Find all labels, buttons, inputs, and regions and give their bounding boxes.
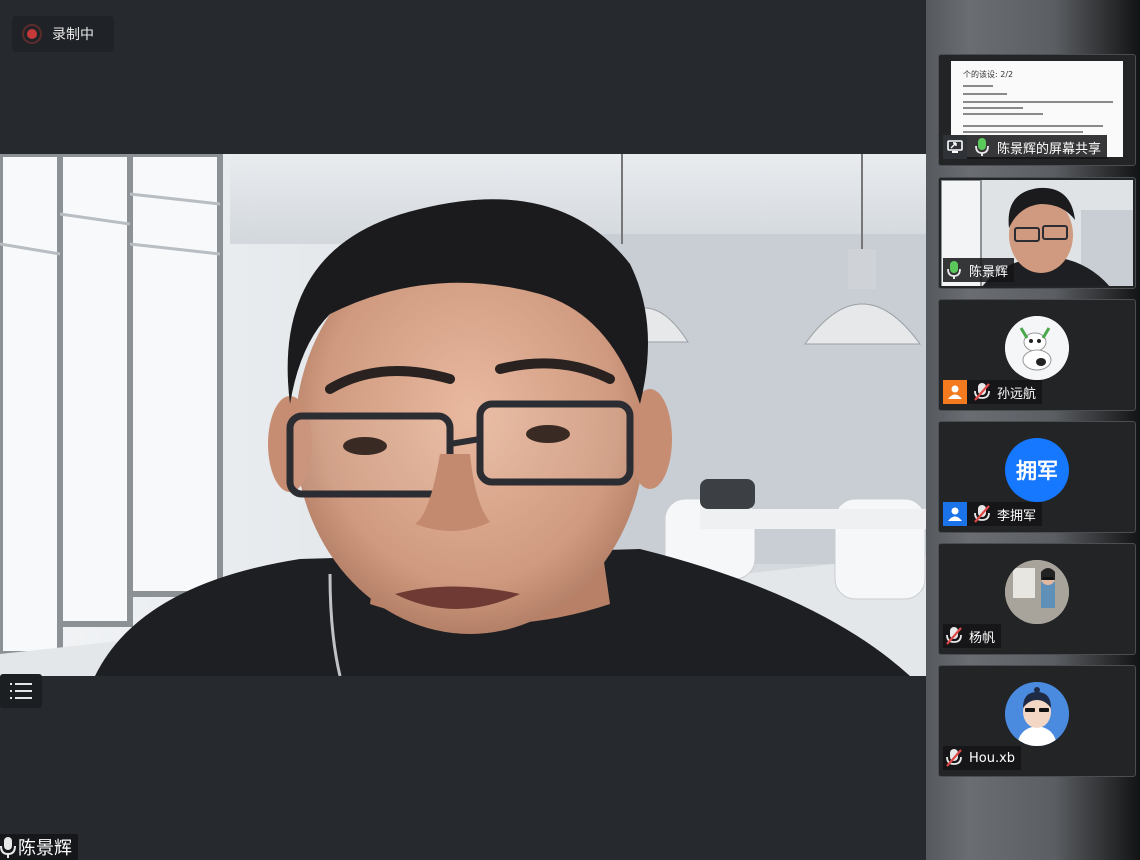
mic-muted-icon — [943, 625, 965, 647]
screen-share-icon — [943, 135, 967, 159]
participant-tile-avatar[interactable]: Hou.xb — [938, 665, 1136, 777]
participants-panel: 个的该设: 2/2 陈景辉的屏幕共享 陈景辉 孙远航 拥军 李拥军 杨帆 Hou… — [926, 0, 1140, 860]
participant-tile-avatar[interactable]: 拥军 李拥军 — [938, 421, 1136, 533]
user-badge-icon — [943, 502, 967, 526]
avatar — [1005, 316, 1069, 380]
active-speaker-label: 陈景辉 — [0, 834, 78, 860]
participant-label: 孙远航 — [943, 380, 1043, 404]
participant-label: Hou.xb — [943, 746, 1022, 770]
participant-label: 陈景辉 — [943, 258, 1015, 282]
participant-name: 李拥军 — [997, 508, 1037, 524]
main-video[interactable] — [0, 154, 926, 676]
participant-tile-avatar[interactable]: 孙远航 — [938, 299, 1136, 411]
participant-tile-screen-share[interactable]: 个的该设: 2/2 陈景辉的屏幕共享 — [938, 54, 1136, 166]
participant-label: 陈景辉的屏幕共享 — [943, 135, 1108, 159]
list-icon — [10, 683, 32, 699]
participant-tile-video[interactable]: 陈景辉 — [938, 177, 1136, 289]
participant-name: 陈景辉 — [969, 264, 1009, 280]
avatar — [1005, 560, 1069, 624]
recording-indicator[interactable]: 录制中 — [12, 16, 114, 52]
main-stage: 录制中 陈景辉 — [0, 0, 926, 860]
mic-icon — [971, 136, 993, 158]
avatar-initials: 拥军 — [1016, 459, 1058, 483]
user-badge-icon — [943, 380, 967, 404]
mic-muted-icon — [971, 381, 993, 403]
recording-label: 录制中 — [52, 27, 94, 43]
shared-doc-heading: 个的该设: 2/2 — [963, 70, 1014, 79]
mic-muted-icon — [943, 747, 965, 769]
mic-icon — [0, 837, 16, 858]
participant-name: 孙远航 — [997, 386, 1037, 402]
participant-name: 陈景辉的屏幕共享 — [997, 141, 1102, 157]
participant-label: 李拥军 — [943, 502, 1043, 526]
mic-icon — [943, 259, 965, 281]
participant-tile-avatar[interactable]: 杨帆 — [938, 543, 1136, 655]
mic-muted-icon — [971, 503, 993, 525]
participant-label: 杨帆 — [943, 624, 1002, 648]
participant-name: Hou.xb — [969, 750, 1016, 766]
active-speaker-name: 陈景辉 — [18, 838, 72, 859]
speaker-video-frame — [0, 154, 926, 676]
participant-name: 杨帆 — [969, 630, 996, 646]
record-icon — [22, 24, 42, 44]
avatar — [1005, 682, 1069, 746]
avatar: 拥军 — [1005, 438, 1069, 502]
participant-list-button[interactable] — [0, 674, 42, 708]
